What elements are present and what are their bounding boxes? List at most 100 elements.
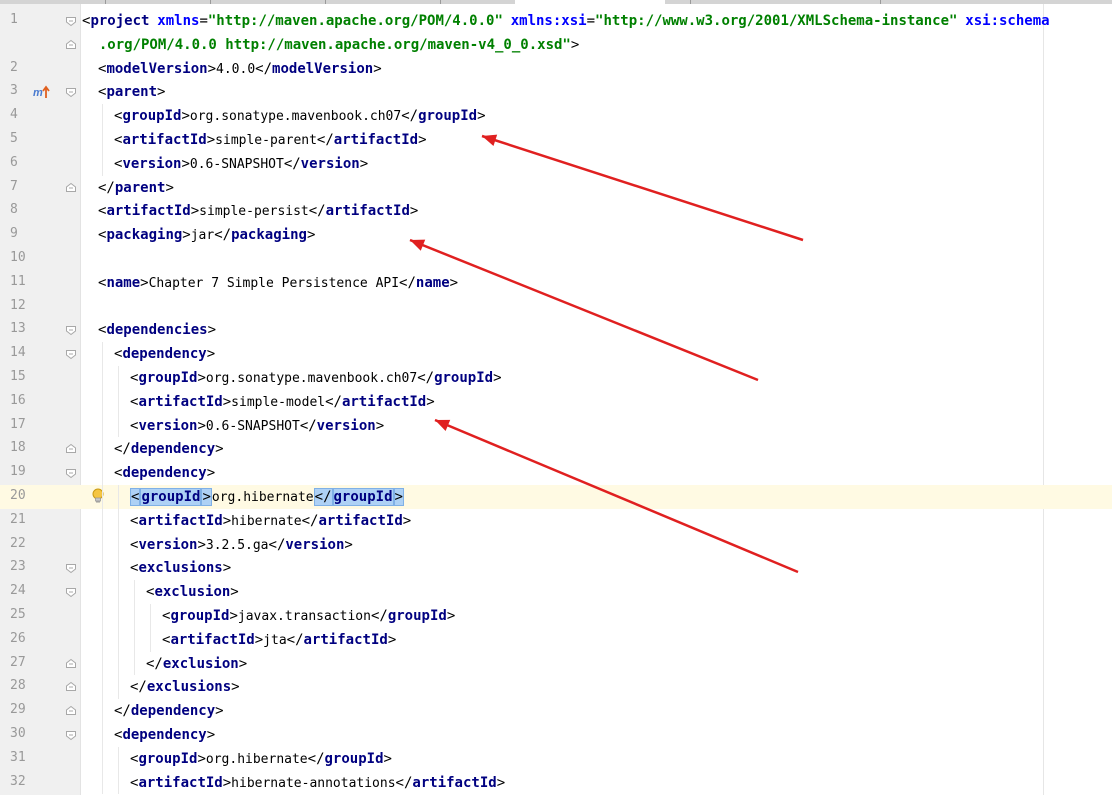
code-line[interactable]: 14 <dependency>: [0, 342, 1112, 366]
fold-collapse-icon[interactable]: [65, 348, 76, 360]
tag-name: exclusions: [138, 560, 223, 577]
code-text[interactable]: <name>Chapter 7 Simple Persistence API</…: [98, 273, 458, 294]
code-line[interactable]: 32 <artifactId>hibernate-annotations</art…: [0, 770, 1112, 795]
code-text[interactable]: <groupId>org.sonatype.mavenbook.ch07</gr…: [114, 106, 486, 127]
code-line[interactable]: 19 <dependency>: [0, 461, 1112, 485]
code-line[interactable]: 18 </dependency>: [0, 437, 1112, 462]
code-text[interactable]: </parent>: [98, 178, 174, 198]
fold-end-icon[interactable]: [65, 705, 76, 716]
code-text[interactable]: <groupId>org.sonatype.mavenbook.ch07</gr…: [130, 368, 502, 389]
code-line[interactable]: 21 <artifactId>hibernate</artifactId>: [0, 508, 1112, 533]
text-content: org.sonatype.mavenbook.ch07: [205, 371, 418, 386]
fold-end-icon[interactable]: [65, 681, 76, 692]
text-content: simple-model: [231, 394, 326, 410]
indent-guide: [102, 675, 103, 700]
code-line[interactable]: 16 <artifactId>simple-model</artifactId>: [0, 389, 1112, 414]
code-text[interactable]: <groupId>org.hibernate</groupId>: [130, 487, 404, 508]
fold-collapse-icon[interactable]: [65, 467, 76, 479]
code-line[interactable]: 9 <packaging>jar</packaging>: [0, 223, 1112, 247]
tag-bracket: >: [238, 655, 248, 672]
code-line[interactable]: 23 <exclusions>: [0, 556, 1112, 581]
code-text[interactable]: <packaging>jar</packaging>: [98, 225, 315, 246]
tag-bracket: >: [207, 60, 217, 77]
code-text[interactable]: <groupId>javax.transaction</groupId>: [162, 606, 455, 627]
code-line[interactable]: 20 < groupId >org.hibernate</groupId >: [0, 485, 1112, 509]
code-line[interactable]: 8 <artifactId>simple-persist</artifactId>: [0, 199, 1112, 223]
code-line[interactable]: 1 <project xmlns="http://maven.apache.org…: [0, 9, 1112, 33]
code-text[interactable]: <artifactId>simple-parent</artifactId>: [114, 130, 427, 151]
editor-tab-strip[interactable]: [0, 0, 1112, 4]
code-text[interactable]: <artifactId>simple-model</artifactId>: [130, 392, 435, 413]
code-text[interactable]: </exclusion>: [146, 654, 247, 674]
code-text[interactable]: <exclusions>: [130, 558, 231, 578]
code-line[interactable]: 29 </dependency>: [0, 699, 1112, 723]
fold-end-icon[interactable]: [65, 39, 76, 50]
code-line[interactable]: 12: [0, 295, 1112, 319]
code-line[interactable]: 24 <exclusion>: [0, 580, 1112, 604]
line-number: 30: [10, 726, 26, 741]
code-line[interactable]: 13 <dependencies>: [0, 318, 1112, 342]
active-tab[interactable]: [515, 0, 665, 4]
code-line[interactable]: 3 m <parent>: [0, 80, 1112, 104]
code-line[interactable]: 7 </parent>: [0, 176, 1112, 200]
code-text[interactable]: <version>3.2.5.ga</version>: [130, 535, 353, 556]
code-line[interactable]: 6 <version>0.6-SNAPSHOT</version>: [0, 151, 1112, 176]
code-text[interactable]: <project xmlns="http://maven.apache.org/…: [82, 11, 1050, 32]
code-text[interactable]: <artifactId>hibernate</artifactId>: [130, 511, 411, 532]
xml-editor[interactable]: 1 <project xmlns="http://maven.apache.org…: [0, 0, 1112, 795]
code-line[interactable]: 17 <version>0.6-SNAPSHOT</version>: [0, 413, 1112, 438]
fold-end-icon[interactable]: [65, 443, 76, 454]
code-text[interactable]: </dependency>: [114, 439, 224, 459]
code-text[interactable]: .org/POM/4.0.0 http://maven.apache.org/m…: [82, 35, 579, 55]
fold-end-icon[interactable]: [65, 182, 76, 193]
code-text[interactable]: <dependencies>: [98, 320, 216, 340]
indent-guide: [118, 604, 119, 628]
fold-collapse-icon[interactable]: [65, 324, 76, 336]
fold-collapse-icon[interactable]: [65, 86, 76, 98]
code-line[interactable]: 15 <groupId>org.sonatype.mavenbook.ch07</…: [0, 366, 1112, 390]
code-line[interactable]: 11 <name>Chapter 7 Simple Persistence API…: [0, 271, 1112, 295]
line-number: 18: [10, 440, 26, 456]
tag-name: groupId: [140, 488, 202, 506]
code-line[interactable]: 25 <groupId>javax.transaction</groupId>: [0, 604, 1112, 628]
code-text[interactable]: <version>0.6-SNAPSHOT</version>: [114, 154, 368, 175]
code-line[interactable]: 5 <artifactId>simple-parent</artifactId>: [0, 128, 1112, 152]
code-text[interactable]: <dependency>: [114, 463, 215, 483]
fold-end-icon[interactable]: [65, 658, 76, 669]
code-text[interactable]: <artifactId>hibernate-annotations</artif…: [130, 773, 505, 794]
code-text[interactable]: <modelVersion>4.0.0</modelVersion>: [98, 59, 382, 80]
text-content: 4.0.0: [216, 61, 256, 77]
code-line[interactable]: 2 <modelVersion>4.0.0</modelVersion>: [0, 57, 1112, 81]
tag-name: artifactId: [138, 774, 223, 791]
line-number: 19: [10, 464, 26, 480]
fold-collapse-icon[interactable]: [65, 586, 76, 598]
code-line[interactable]: 22 <version>3.2.5.ga</version>: [0, 532, 1112, 557]
code-text[interactable]: </dependency>: [114, 701, 224, 721]
code-text[interactable]: </exclusions>: [130, 677, 240, 697]
line-number: 16: [10, 392, 26, 408]
code-text[interactable]: <dependency>: [114, 725, 215, 745]
code-text[interactable]: <version>0.6-SNAPSHOT</version>: [130, 416, 384, 437]
code-line[interactable]: .org/POM/4.0.0 http://maven.apache.org/m…: [0, 33, 1112, 57]
code-text[interactable]: <exclusion>: [146, 582, 239, 602]
code-text[interactable]: <groupId>org.hibernate</groupId>: [130, 749, 392, 770]
line-number: 13: [10, 321, 26, 337]
code-line[interactable]: 31 <groupId>org.hibernate</groupId>: [0, 746, 1112, 771]
fold-collapse-icon[interactable]: [65, 729, 76, 741]
tag-bracket: >: [359, 155, 369, 172]
code-text[interactable]: <parent>: [98, 82, 165, 102]
code-line[interactable]: 27 </exclusion>: [0, 651, 1112, 676]
code-text[interactable]: <artifactId>jta</artifactId>: [162, 630, 396, 651]
code-text[interactable]: <artifactId>simple-persist</artifactId>: [98, 201, 418, 222]
code-line[interactable]: 30 <dependency>: [0, 723, 1112, 747]
code-line[interactable]: 26 <artifactId>jta</artifactId>: [0, 627, 1112, 652]
tag-name: parent: [106, 84, 158, 101]
maven-parent-override-icon[interactable]: m: [33, 84, 51, 104]
code-line[interactable]: 4 <groupId>org.sonatype.mavenbook.ch07</g…: [0, 104, 1112, 128]
code-line[interactable]: 10: [0, 247, 1112, 271]
fold-collapse-icon[interactable]: [65, 562, 76, 574]
code-text[interactable]: <dependency>: [114, 344, 215, 364]
code-line[interactable]: 28 </exclusions>: [0, 675, 1112, 700]
fold-collapse-icon[interactable]: [65, 15, 76, 27]
tag-name: artifactId: [318, 512, 403, 529]
